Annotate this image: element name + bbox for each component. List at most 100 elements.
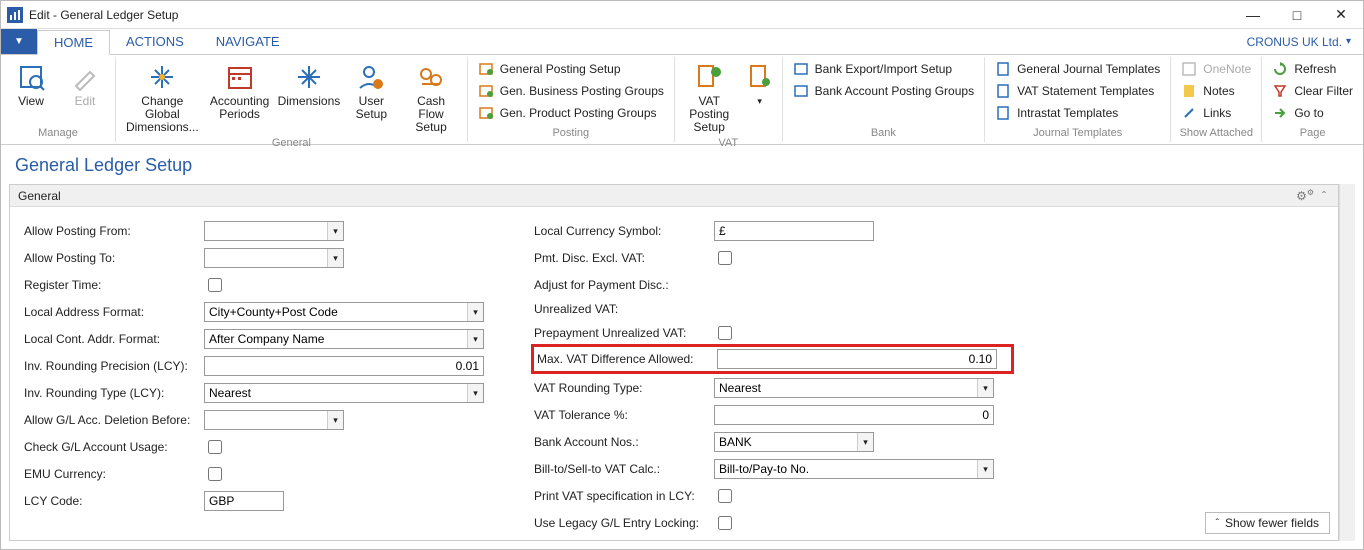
titlebar: Edit - General Ledger Setup — □ ✕ bbox=[1, 1, 1363, 29]
setup-icon bbox=[478, 61, 494, 77]
gear-icon[interactable]: ⚙⚙ bbox=[1292, 188, 1318, 203]
cash-flow-label: Cash FlowSetup bbox=[405, 95, 456, 134]
ribbon-tabs: ▼ HOME ACTIONS NAVIGATE CRONUS UK Ltd. ▾ bbox=[1, 29, 1363, 55]
onenote-button[interactable]: OneNote bbox=[1177, 59, 1255, 79]
gjt-label: General Journal Templates bbox=[1017, 62, 1160, 76]
panel-header[interactable]: General ⚙⚙ ˆ bbox=[10, 185, 1338, 207]
view-button[interactable]: View bbox=[7, 59, 55, 126]
check-gl-usage-checkbox[interactable] bbox=[208, 440, 222, 454]
edit-button[interactable]: Edit bbox=[61, 59, 109, 126]
group-label-page: Page bbox=[1268, 126, 1357, 141]
group-label-manage: Manage bbox=[7, 126, 109, 141]
show-fewer-label: Show fewer fields bbox=[1225, 516, 1319, 530]
gps-label: General Posting Setup bbox=[500, 62, 621, 76]
groups2-icon bbox=[478, 105, 494, 121]
dropdown-icon[interactable]: ▾ bbox=[977, 379, 993, 397]
dropdown-icon[interactable]: ▾ bbox=[327, 222, 343, 240]
accounting-periods-button[interactable]: AccountingPeriods bbox=[209, 59, 271, 136]
gen-business-posting-groups-button[interactable]: Gen. Business Posting Groups bbox=[474, 81, 668, 101]
pmt-disc-excl-vat-label: Pmt. Disc. Excl. VAT: bbox=[534, 251, 714, 265]
ribbon: View Edit Manage Change GlobalDimensions… bbox=[1, 55, 1363, 145]
local-cont-addr-format-label: Local Cont. Addr. Format: bbox=[24, 332, 204, 346]
refresh-icon bbox=[1272, 61, 1288, 77]
chevron-down-icon: ▾ bbox=[1346, 36, 1351, 47]
dropdown-icon[interactable]: ▾ bbox=[467, 303, 483, 321]
dropdown-icon[interactable]: ▾ bbox=[327, 411, 343, 429]
app-icon bbox=[7, 7, 23, 23]
allow-gl-deletion-input[interactable] bbox=[204, 410, 344, 430]
lcy-code-input[interactable] bbox=[204, 491, 284, 511]
clear-filter-label: Clear Filter bbox=[1294, 84, 1353, 98]
local-currency-symbol-label: Local Currency Symbol: bbox=[534, 224, 714, 238]
ribbon-group-posting: General Posting Setup Gen. Business Post… bbox=[468, 57, 675, 142]
local-cont-addr-format-input[interactable] bbox=[204, 329, 484, 349]
local-currency-symbol-input[interactable] bbox=[714, 221, 874, 241]
goto-button[interactable]: Go to bbox=[1268, 103, 1357, 123]
max-vat-diff-input[interactable] bbox=[717, 349, 997, 369]
window-title: Edit - General Ledger Setup bbox=[29, 8, 178, 22]
inv-rounding-precision-input[interactable] bbox=[204, 356, 484, 376]
tab-navigate[interactable]: NAVIGATE bbox=[200, 29, 296, 54]
dropdown-icon[interactable]: ▾ bbox=[467, 330, 483, 348]
close-button[interactable]: ✕ bbox=[1319, 1, 1363, 29]
bank-account-posting-groups-button[interactable]: Bank Account Posting Groups bbox=[789, 81, 978, 101]
vat-posting-setup-button[interactable]: VAT PostingSetup bbox=[681, 59, 738, 136]
bank2-icon bbox=[793, 83, 809, 99]
clear-filter-button[interactable]: Clear Filter bbox=[1268, 81, 1357, 101]
links-button[interactable]: Links bbox=[1177, 103, 1255, 123]
dropdown-icon[interactable]: ▾ bbox=[327, 249, 343, 267]
lcy-code-label: LCY Code: bbox=[24, 494, 204, 508]
general-journal-templates-button[interactable]: General Journal Templates bbox=[991, 59, 1164, 79]
user-setup-button[interactable]: UserSetup bbox=[347, 59, 395, 136]
refresh-button[interactable]: Refresh bbox=[1268, 59, 1357, 79]
unrealized-vat-label: Unrealized VAT: bbox=[534, 302, 714, 316]
panel-header-label: General bbox=[18, 189, 61, 203]
print-vat-spec-checkbox[interactable] bbox=[718, 489, 732, 503]
notes-button[interactable]: Notes bbox=[1177, 81, 1255, 101]
cash-flow-setup-button[interactable]: Cash FlowSetup bbox=[401, 59, 460, 136]
adjust-payment-disc-label: Adjust for Payment Disc.: bbox=[534, 278, 714, 292]
view-icon bbox=[15, 61, 47, 93]
tab-actions[interactable]: ACTIONS bbox=[110, 29, 200, 54]
goto-icon bbox=[1272, 105, 1288, 121]
gen-product-posting-groups-button[interactable]: Gen. Product Posting Groups bbox=[474, 103, 668, 123]
dropdown-icon[interactable]: ▾ bbox=[857, 433, 873, 451]
bank-account-nos-input[interactable] bbox=[714, 432, 874, 452]
left-column: Allow Posting From: ▾ Allow Posting To: … bbox=[24, 221, 504, 534]
tab-home[interactable]: HOME bbox=[37, 30, 110, 55]
ribbon-group-vat: VAT PostingSetup ▾ VAT bbox=[675, 57, 783, 142]
allow-posting-from-input[interactable] bbox=[204, 221, 344, 241]
prepayment-unrealized-vat-checkbox[interactable] bbox=[718, 326, 732, 340]
change-global-dimensions-button[interactable]: Change GlobalDimensions... bbox=[122, 59, 203, 136]
dimensions-button[interactable]: Dimensions bbox=[276, 59, 341, 136]
right-column: Local Currency Symbol: Pmt. Disc. Excl. … bbox=[534, 221, 1014, 534]
file-menu[interactable]: ▼ bbox=[1, 29, 37, 54]
bill-to-vat-calc-input[interactable] bbox=[714, 459, 994, 479]
template2-icon bbox=[995, 83, 1011, 99]
dropdown-icon[interactable]: ▾ bbox=[977, 460, 993, 478]
bank-account-nos-label: Bank Account Nos.: bbox=[534, 435, 714, 449]
minimize-button[interactable]: — bbox=[1231, 1, 1275, 29]
company-indicator[interactable]: CRONUS UK Ltd. ▾ bbox=[1235, 29, 1363, 54]
vat-tolerance-input[interactable] bbox=[714, 405, 994, 425]
register-time-checkbox[interactable] bbox=[208, 278, 222, 292]
allow-posting-to-input[interactable] bbox=[204, 248, 344, 268]
intrastat-templates-button[interactable]: Intrastat Templates bbox=[991, 103, 1164, 123]
pmt-disc-excl-vat-checkbox[interactable] bbox=[718, 251, 732, 265]
emu-currency-checkbox[interactable] bbox=[208, 467, 222, 481]
local-addr-format-input[interactable] bbox=[204, 302, 484, 322]
general-posting-setup-button[interactable]: General Posting Setup bbox=[474, 59, 668, 79]
vat-extra-button[interactable]: ▾ bbox=[744, 59, 776, 136]
maximize-button[interactable]: □ bbox=[1275, 1, 1319, 29]
edit-label: Edit bbox=[75, 95, 96, 108]
bank-export-import-button[interactable]: Bank Export/Import Setup bbox=[789, 59, 978, 79]
dropdown-icon[interactable]: ▾ bbox=[467, 384, 483, 402]
use-legacy-gl-checkbox[interactable] bbox=[718, 516, 732, 530]
inv-rounding-type-input[interactable] bbox=[204, 383, 484, 403]
chevron-up-icon[interactable]: ˆ bbox=[1318, 189, 1330, 203]
clear-filter-icon bbox=[1272, 83, 1288, 99]
scrollbar[interactable] bbox=[1339, 184, 1355, 541]
vat-statement-templates-button[interactable]: VAT Statement Templates bbox=[991, 81, 1164, 101]
show-fewer-fields-button[interactable]: ˆ Show fewer fields bbox=[1205, 512, 1330, 534]
vat-rounding-type-input[interactable] bbox=[714, 378, 994, 398]
